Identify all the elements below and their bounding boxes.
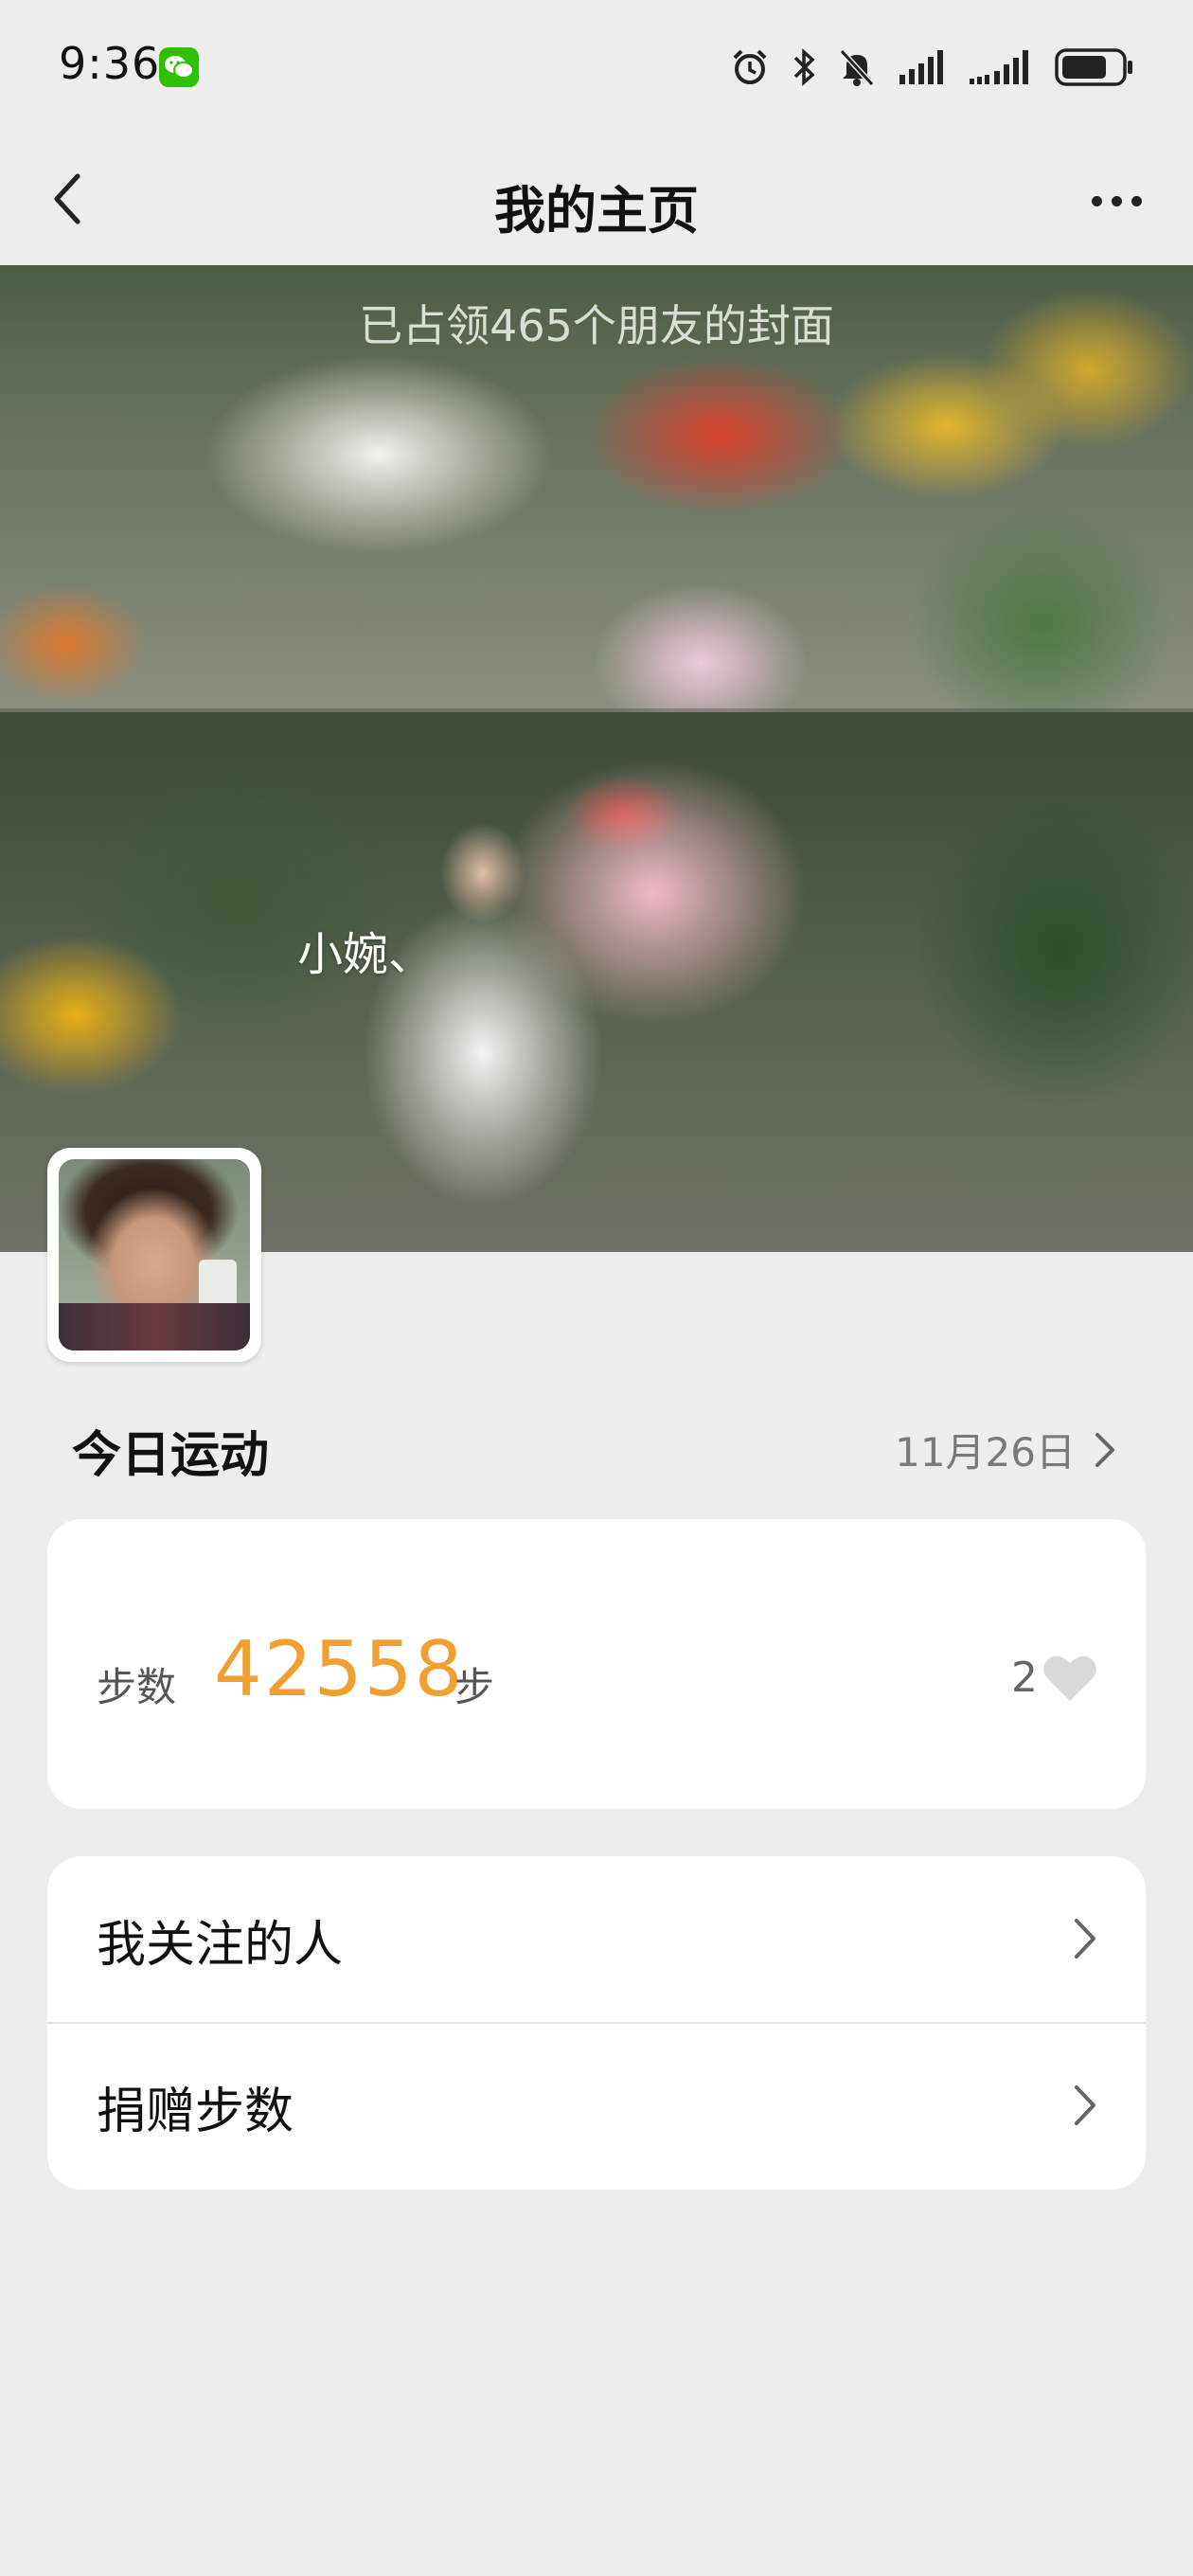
chevron-right-icon <box>1075 2085 1095 2125</box>
status-bar: 9:36 <box>0 0 1193 133</box>
alarm-icon <box>733 49 767 84</box>
chevron-right-icon <box>1075 1919 1095 1959</box>
bluetooth-icon <box>793 48 815 86</box>
like-button[interactable]: 2 <box>1011 1652 1098 1703</box>
avatar[interactable] <box>47 1148 261 1362</box>
steps-value: 42558 <box>214 1625 465 1713</box>
cover-image[interactable]: 已占领465个朋友的封面 <box>0 265 1193 1252</box>
mute-bell-icon <box>839 48 875 87</box>
more-button[interactable] <box>1074 165 1159 237</box>
username: 小婉、 <box>297 928 435 981</box>
signal-icon-2 <box>970 50 1028 84</box>
date-link[interactable]: 11月26日 <box>895 1421 1117 1478</box>
chevron-right-icon <box>1095 1432 1114 1467</box>
avatar-photo <box>59 1159 250 1351</box>
step-card[interactable]: 步数 42558 步 2 <box>47 1519 1146 1809</box>
page-title: 我的主页 <box>494 181 699 241</box>
like-count: 2 <box>1011 1653 1038 1702</box>
more-dots-icon <box>1091 195 1102 206</box>
screen: 9:36 我的主页 已占领465个朋友的封面 小婉、 今日运动 11月26日 步… <box>0 0 1193 2576</box>
menu-item-label: 我关注的人 <box>97 1916 344 1974</box>
menu-card: 我关注的人 捐赠步数 <box>47 1856 1146 2190</box>
more-dots-icon <box>1131 195 1142 206</box>
wechat-icon <box>159 47 199 87</box>
heart-icon <box>1043 1655 1096 1701</box>
menu-item-label: 捐赠步数 <box>97 2083 294 2140</box>
status-icons <box>729 44 1134 91</box>
more-dots-icon <box>1111 195 1122 206</box>
steps-unit: 步 <box>454 1664 495 1710</box>
status-time: 9:36 <box>59 38 161 89</box>
signal-icon <box>899 50 943 84</box>
nav-bar: 我的主页 <box>0 133 1193 265</box>
menu-item-donate-steps[interactable]: 捐赠步数 <box>47 2023 1146 2190</box>
menu-item-following[interactable]: 我关注的人 <box>47 1856 1146 2023</box>
steps-label: 步数 <box>97 1664 177 1710</box>
today-section-title: 今日运动 <box>72 1427 270 1484</box>
date-text: 11月26日 <box>895 1429 1076 1476</box>
battery-icon <box>1055 48 1132 86</box>
cover-caption: 已占领465个朋友的封面 <box>359 300 834 351</box>
